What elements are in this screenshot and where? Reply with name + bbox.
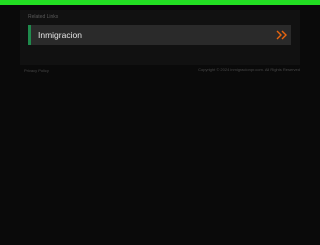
copyright-text: Copyright © 2024 inmigracionpr.com. All … <box>198 67 300 72</box>
double-chevron-right-icon <box>276 30 287 40</box>
related-link-label: Inmigracion <box>38 30 82 40</box>
link-accent-bar <box>28 25 31 45</box>
section-heading: Related Links <box>28 14 59 20</box>
related-link-inmigracion[interactable]: Inmigracion <box>28 25 291 45</box>
top-accent-bar <box>0 0 320 5</box>
privacy-policy-link[interactable]: Privacy Policy <box>24 68 49 73</box>
